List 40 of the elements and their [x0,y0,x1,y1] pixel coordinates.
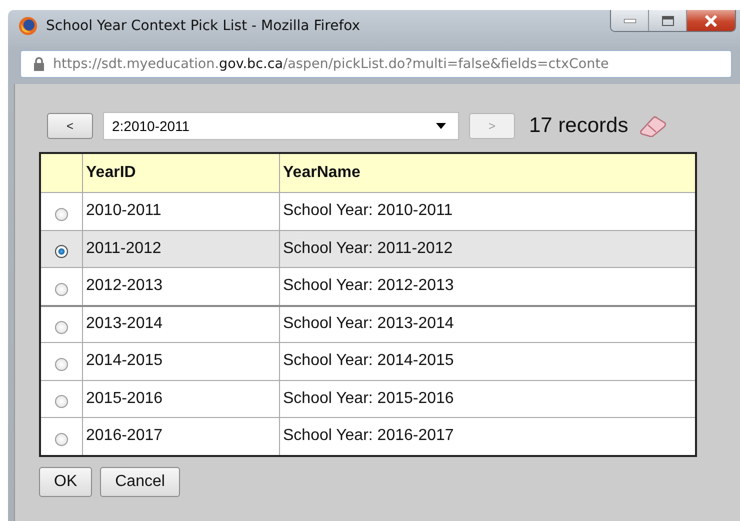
lock-icon [33,57,45,71]
address-bar[interactable]: https://sdt.myeducation.gov.bc.ca/aspen/pickList.do?multi=false&fields=ctxConte [20,50,732,78]
column-header: YearID [83,154,280,192]
minimize-icon [624,18,636,22]
dropdown-arrow-icon [436,123,446,129]
close-icon [704,14,718,26]
table-cell: 2016-2017 [83,418,280,454]
table-cell: 2015-2016 [83,380,280,417]
table-cell: 2011-2012 [83,230,280,267]
maximize-icon [662,16,674,26]
url-text: https://sdt.myeducation.gov.bc.ca/aspen/pickList.do?multi=false&fields=ctxConte [53,56,609,72]
table-cell-text: School Year: 2016-2017 [282,426,455,446]
radio-button[interactable] [55,320,68,334]
radio-button[interactable] [55,358,68,371]
table-cell-text: School Year: 2014-2015 [282,351,455,372]
dialog-button[interactable]: OK [39,466,92,496]
browser-logo-icon [18,16,38,36]
table-cell: 2014-2015 [83,343,280,380]
column-header: YearName [282,163,362,183]
table-cell-text: School Year: 2013-2014 [282,314,455,334]
minimize-button[interactable] [611,10,649,31]
radio-button[interactable] [55,208,68,221]
window-title: School Year Context Pick List - Mozilla Firefox [46,18,360,34]
dialog-button[interactable]: Cancel [100,466,180,496]
radio-button[interactable] [55,282,68,296]
previous-button[interactable]: < [47,113,93,139]
table-cell: 2012-2013 [83,268,280,304]
radio-button[interactable] [55,245,68,258]
radio-button[interactable] [55,432,68,446]
page-dropdown[interactable]: 2:2010-2011 [103,112,459,140]
radio-button[interactable] [55,395,68,408]
table-cell-text: School Year: 2011-2012 [282,238,454,259]
table-cell-text: School Year: 2015-2016 [282,388,455,409]
record-count: 17 records [529,114,628,138]
close-button[interactable] [687,10,735,31]
table-cell-text: School Year: 2010-2011 [282,201,454,222]
eraser-icon[interactable] [638,115,668,137]
table-cell: 2013-2014 [83,306,280,342]
table-cell-text: School Year: 2012-2013 [282,276,455,296]
maximize-button[interactable] [649,10,687,31]
